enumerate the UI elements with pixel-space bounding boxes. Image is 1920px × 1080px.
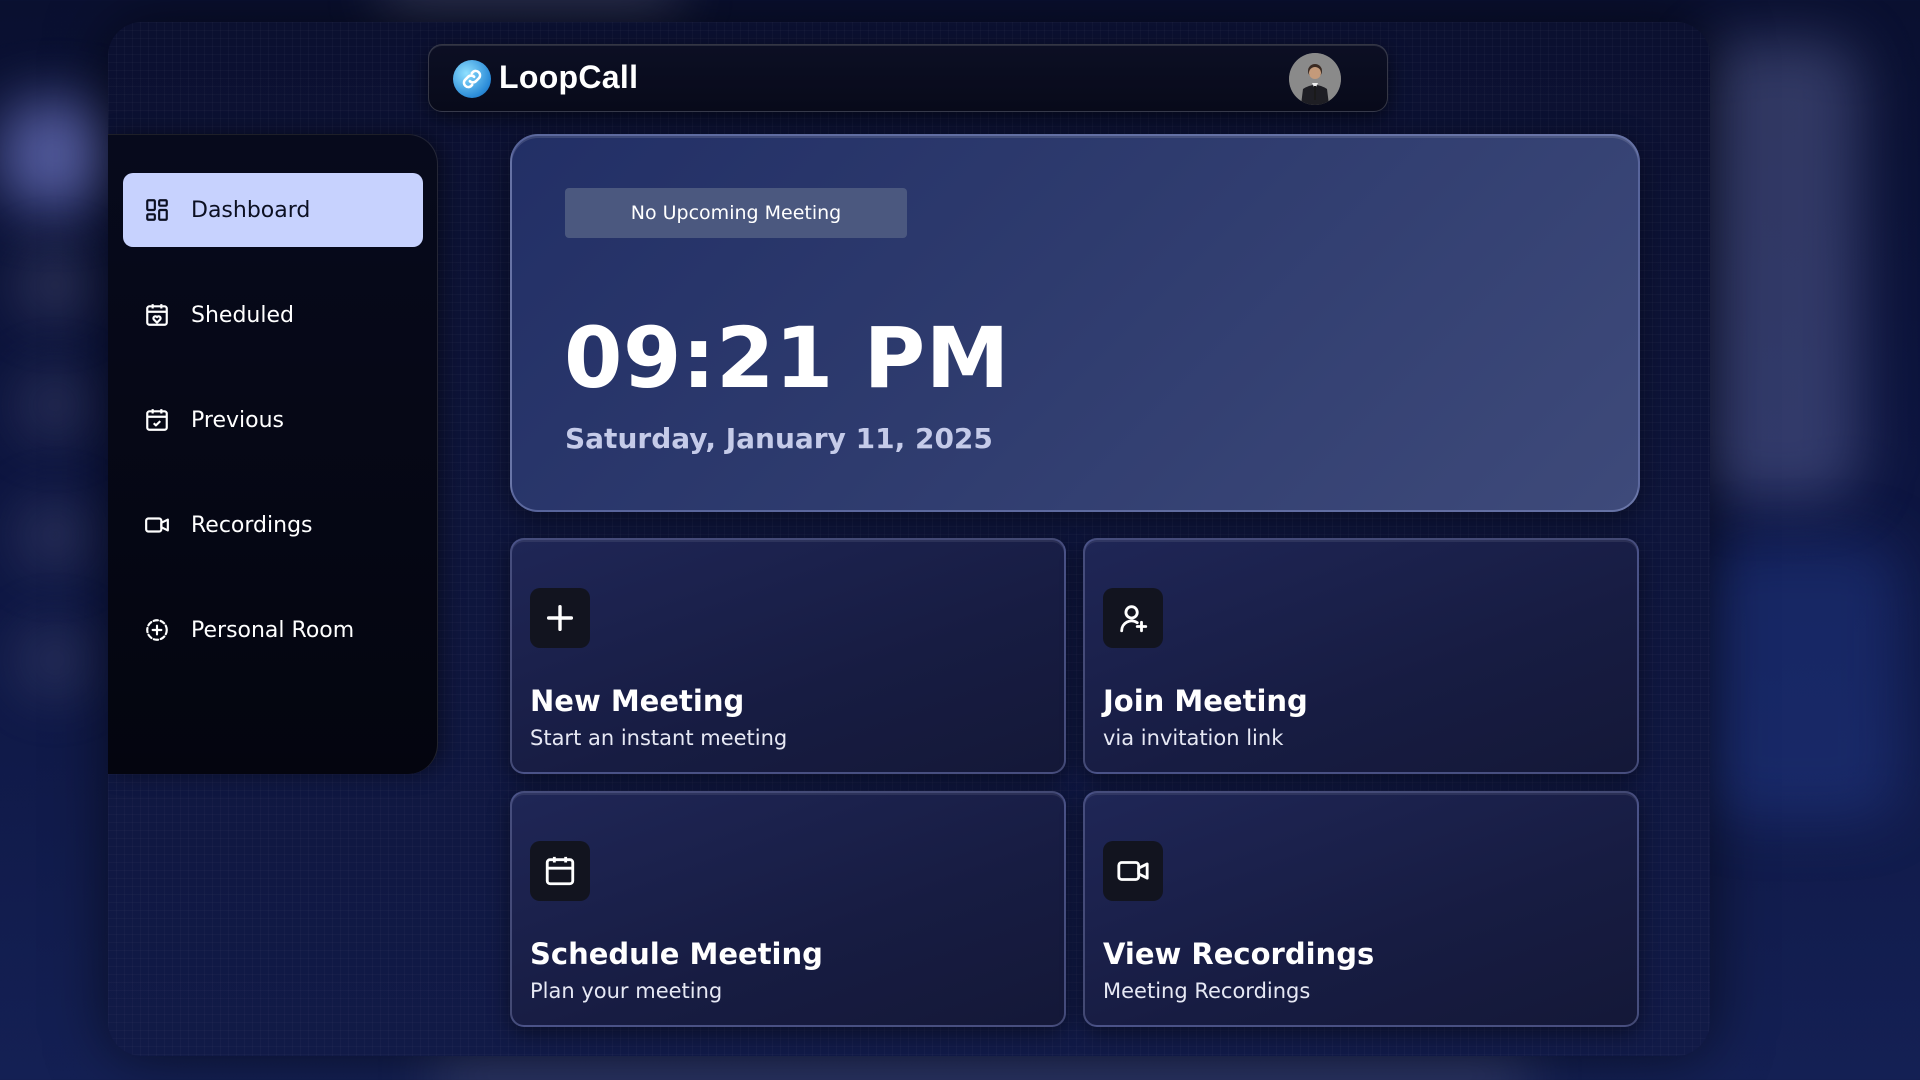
dashboard-grid-icon xyxy=(143,196,171,224)
sidebar-item-dashboard[interactable]: Dashboard xyxy=(123,173,423,247)
sidebar-item-sheduled[interactable]: Sheduled xyxy=(123,278,423,352)
current-date: Saturday, January 11, 2025 xyxy=(565,422,993,455)
card-title: Schedule Meeting xyxy=(530,937,823,971)
video-icon xyxy=(143,511,171,539)
app-window: LoopCall Dashboard Sheduled Previous Rec… xyxy=(108,22,1710,1056)
calendar-heart-icon xyxy=(143,301,171,329)
current-time: 09:21 PM xyxy=(564,309,1010,407)
card-title: View Recordings xyxy=(1103,937,1375,971)
sidebar-item-previous[interactable]: Previous xyxy=(123,383,423,457)
schedule-meeting-card[interactable]: Schedule Meeting Plan your meeting xyxy=(510,791,1066,1027)
background-blur xyxy=(20,500,90,570)
background-blur xyxy=(20,370,90,440)
card-subtitle: Plan your meeting xyxy=(530,979,723,1003)
background-blur xyxy=(380,0,680,10)
background-blur xyxy=(1700,40,1860,500)
background-blur xyxy=(0,100,110,210)
background-blur xyxy=(20,625,90,695)
sidebar-item-label: Previous xyxy=(191,407,284,433)
card-subtitle: Start an instant meeting xyxy=(530,726,788,750)
card-title: Join Meeting xyxy=(1103,684,1308,718)
top-bar: LoopCall xyxy=(428,44,1388,112)
sidebar-item-recordings[interactable]: Recordings xyxy=(123,488,423,562)
sidebar-item-label: Personal Room xyxy=(191,617,355,643)
calendar-icon xyxy=(530,841,590,901)
add-circle-icon xyxy=(143,616,171,644)
background-blur xyxy=(1700,540,1900,820)
app-title[interactable]: LoopCall xyxy=(499,59,638,96)
upcoming-meeting-badge: No Upcoming Meeting xyxy=(565,188,907,238)
user-avatar[interactable] xyxy=(1289,53,1341,105)
sidebar-item-label: Dashboard xyxy=(191,197,311,223)
sidebar-item-personal-room[interactable]: Personal Room xyxy=(123,593,423,667)
view-recordings-card[interactable]: View Recordings Meeting Recordings xyxy=(1083,791,1639,1027)
link-logo-icon[interactable] xyxy=(453,60,491,98)
card-subtitle: Meeting Recordings xyxy=(1103,979,1311,1003)
sidebar-item-label: Sheduled xyxy=(191,302,294,328)
card-title: New Meeting xyxy=(530,684,745,718)
video-icon xyxy=(1103,841,1163,901)
new-meeting-card[interactable]: New Meeting Start an instant meeting xyxy=(510,538,1066,774)
sidebar-item-label: Recordings xyxy=(191,512,313,538)
join-meeting-card[interactable]: Join Meeting via invitation link xyxy=(1083,538,1639,774)
background-blur xyxy=(430,1055,1530,1080)
calendar-check-icon xyxy=(143,406,171,434)
user-add-icon xyxy=(1103,588,1163,648)
time-card: No Upcoming Meeting 09:21 PM Saturday, J… xyxy=(510,134,1640,512)
plus-icon xyxy=(530,588,590,648)
sidebar-nav: Dashboard Sheduled Previous Recordings P… xyxy=(108,134,438,774)
card-subtitle: via invitation link xyxy=(1103,726,1284,750)
background-blur xyxy=(20,250,90,320)
